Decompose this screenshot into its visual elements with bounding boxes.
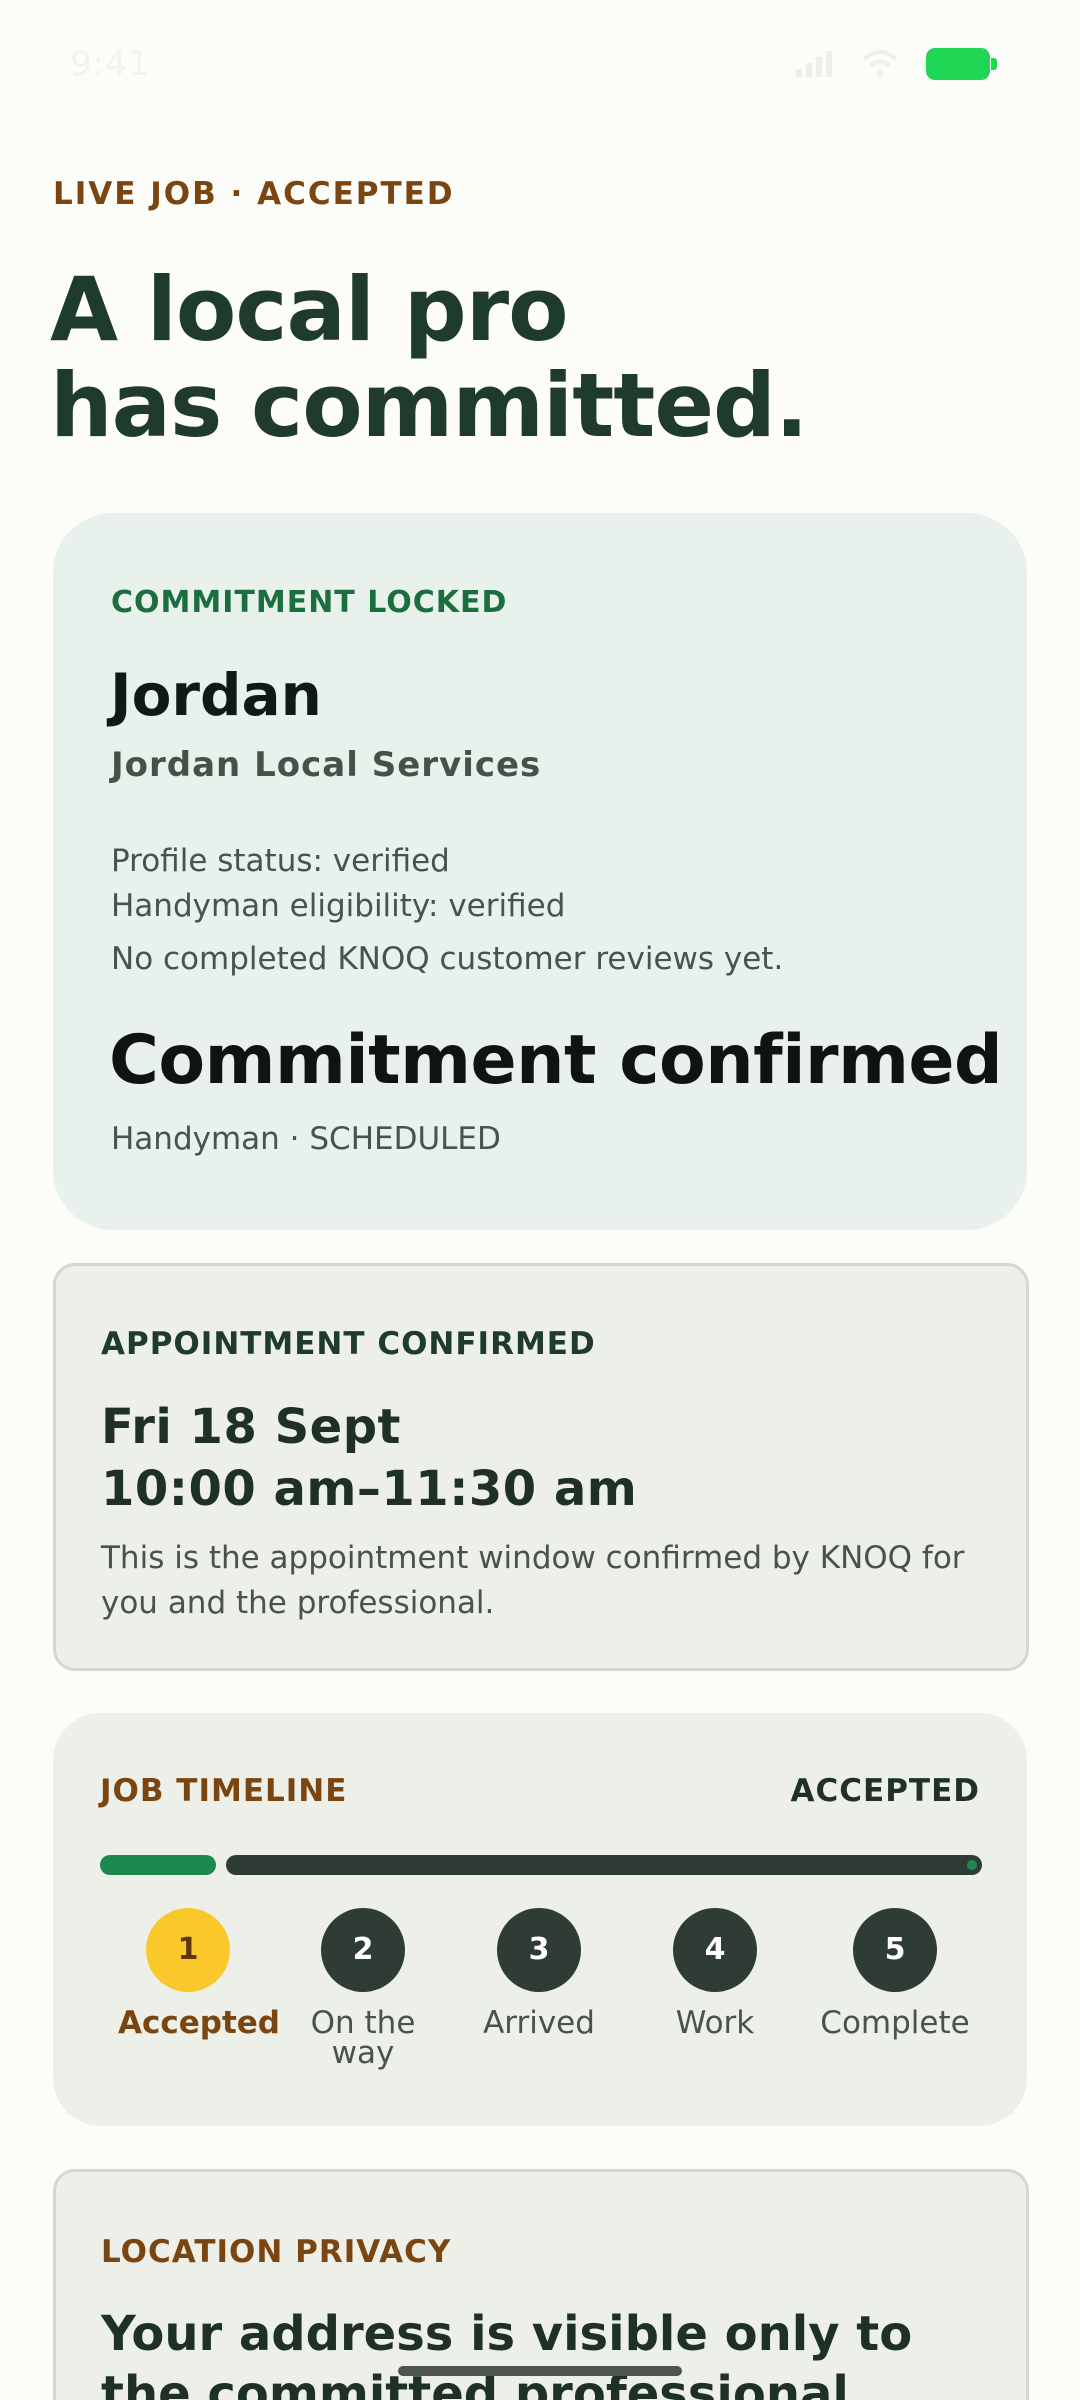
timeline-progress-track: [226, 1855, 982, 1875]
profile-status: Profile status: verified: [111, 843, 450, 879]
step-number: 4: [673, 1908, 757, 1992]
job-status-eyebrow: LIVE JOB · ACCEPTED: [53, 176, 455, 212]
appointment-time: 10:00 am–11:30 am: [101, 1461, 638, 1517]
status-icons: [794, 48, 997, 80]
eligibility-status: Handyman eligibility: verified: [111, 888, 566, 924]
timeline-step-complete: 5 Complete: [815, 1908, 975, 2041]
signal-icon: [796, 51, 832, 77]
timeline-step-on-the-way: 2 On the way: [293, 1908, 433, 2071]
status-time: 9:41: [70, 44, 151, 84]
appointment-description: This is the appointment window confirmed…: [101, 1540, 965, 1621]
status-bar: 9:41: [0, 0, 1080, 130]
timeline-title: JOB TIMELINE: [100, 1773, 348, 1809]
battery-icon: [926, 48, 997, 80]
reviews-note: No completed KNOQ customer reviews yet.: [111, 941, 784, 977]
professional-name: Jordan: [110, 661, 322, 729]
appointment-date: Fri 18 Sept: [101, 1399, 401, 1455]
professional-card[interactable]: COMMITMENT LOCKED Jordan Jordan Local Se…: [53, 513, 1027, 1230]
home-indicator[interactable]: [398, 2366, 682, 2376]
commitment-eyebrow: COMMITMENT LOCKED: [111, 585, 508, 620]
step-number: 3: [497, 1908, 581, 1992]
timeline-step-arrived: 3 Arrived: [469, 1908, 609, 2041]
timeline-step-work: 4 Work: [645, 1908, 785, 2041]
appointment-card: APPOINTMENT CONFIRMED Fri 18 Sept 10:00 …: [53, 1263, 1029, 1671]
step-label: Arrived: [483, 2005, 595, 2041]
service-status: Handyman · SCHEDULED: [111, 1121, 501, 1157]
timeline-step-accepted: 1 Accepted: [118, 1908, 280, 2041]
live-job-screen: 9:41 LIVE JOB · ACCEPTED A local pro has…: [0, 0, 1080, 2400]
appointment-datetime: Fri 18 Sept 10:00 am–11:30 am: [101, 1396, 637, 1520]
step-label: Accepted: [118, 2005, 280, 2041]
commitment-headline: Commitment confirmed: [109, 1021, 1003, 1100]
step-number: 1: [146, 1908, 230, 1992]
professional-company: Jordan Local Services: [111, 745, 542, 785]
appointment-eyebrow: APPOINTMENT CONFIRMED: [101, 1326, 596, 1362]
wifi-icon: [862, 50, 898, 78]
step-label: Complete: [820, 2005, 970, 2041]
timeline-progress-fill: [100, 1855, 216, 1875]
timeline-track-end-dot: [967, 1860, 977, 1870]
step-number: 5: [853, 1908, 937, 1992]
page-title-line-2: has committed.: [50, 354, 808, 457]
step-number: 2: [321, 1908, 405, 1992]
step-label: Work: [675, 2005, 755, 2041]
job-timeline-card: JOB TIMELINE ACCEPTED 1 Accepted 2 On th…: [53, 1713, 1027, 2126]
privacy-title: Your address is visible only to the comm…: [101, 2306, 913, 2400]
page-title-line-1: A local pro: [50, 258, 569, 361]
privacy-eyebrow: LOCATION PRIVACY: [101, 2234, 452, 2270]
page-title: A local pro has committed.: [50, 262, 1030, 454]
timeline-status: ACCEPTED: [790, 1773, 980, 1809]
step-label: On the way: [310, 2005, 416, 2071]
